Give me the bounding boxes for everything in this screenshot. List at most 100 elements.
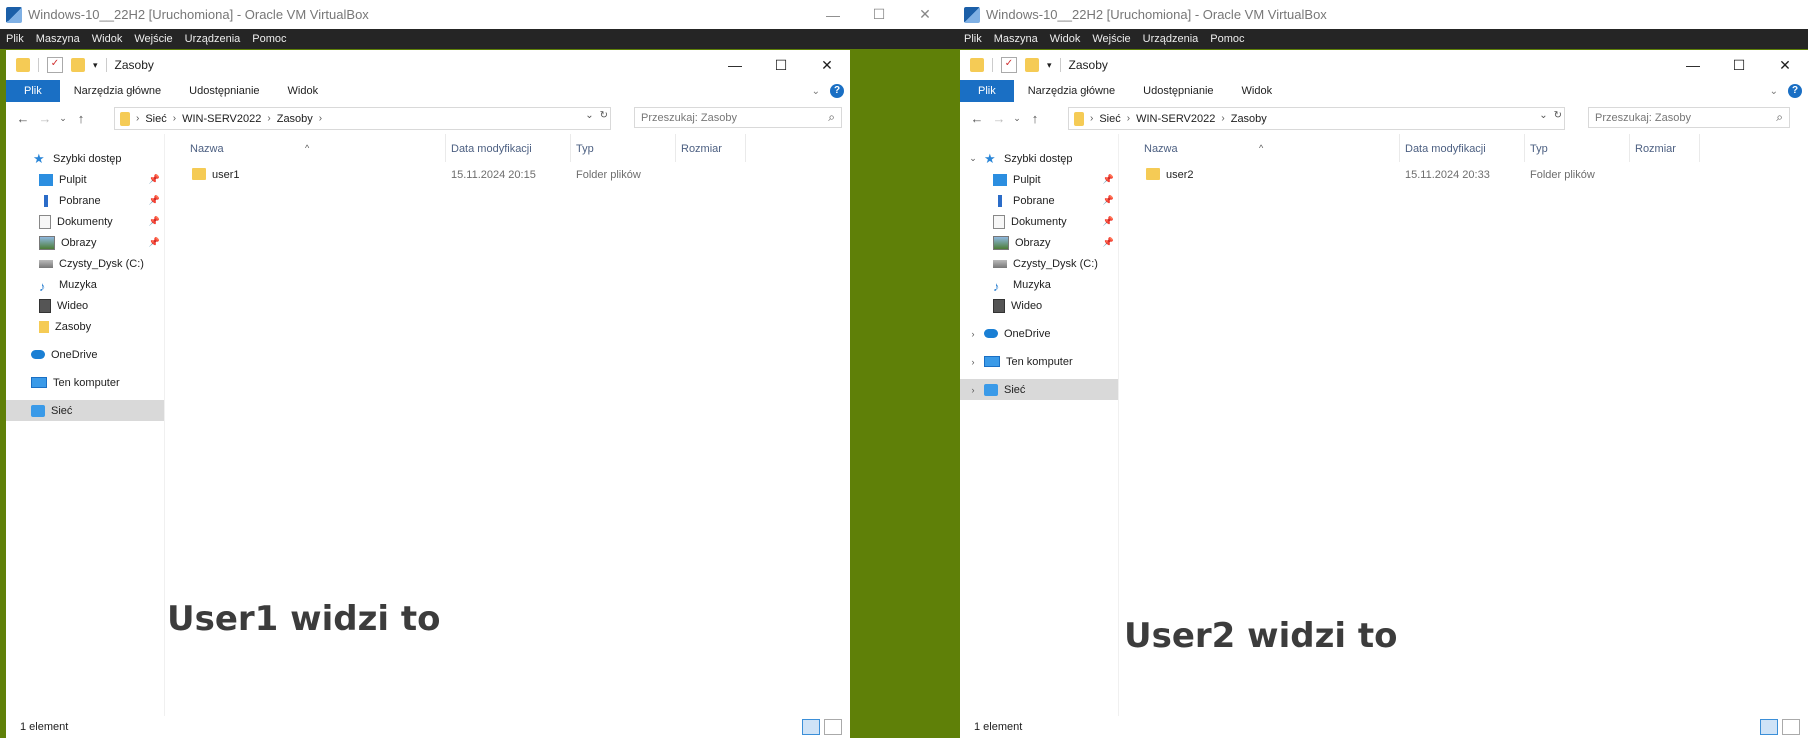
vbox-minimize-button[interactable]: — (810, 7, 856, 23)
search-icon[interactable]: ⌕ (828, 110, 835, 125)
new-folder-icon[interactable] (71, 58, 85, 72)
vbox-menu-plik[interactable]: Plik (0, 33, 30, 45)
vbox-menu-widok[interactable]: Widok (86, 33, 129, 45)
refresh-icon[interactable]: ↻ (1554, 110, 1562, 121)
recent-locations-icon[interactable]: ⌄ (56, 113, 70, 124)
tab-plik[interactable]: Plik (6, 80, 60, 102)
nav-item-pobrane[interactable]: Pobrane 📌 (6, 190, 164, 211)
back-arrow-icon[interactable]: ← (12, 111, 34, 126)
tab-narzedzia-glowne[interactable]: Narzędzia główne (60, 80, 175, 102)
help-icon[interactable]: ? (830, 84, 844, 98)
tab-udostepnianie[interactable]: Udostępnianie (175, 80, 273, 102)
vbox-menu-widok[interactable]: Widok (1044, 33, 1087, 45)
vbox-menu-maszyna[interactable]: Maszyna (988, 33, 1044, 45)
expand-ribbon-icon[interactable]: ⌄ (812, 86, 820, 97)
nav-item-obrazy[interactable]: Obrazy 📌 (960, 232, 1118, 253)
recent-locations-icon[interactable]: ⌄ (1010, 113, 1024, 124)
column-divider[interactable] (1699, 134, 1700, 162)
vbox-titlebar[interactable]: Windows-10__22H2 [Uruchomiona] - Oracle … (958, 0, 1808, 29)
search-box[interactable]: Przeszukaj: Zasoby ⌕ (634, 107, 842, 128)
customize-toolbar-icon[interactable]: ▾ (93, 60, 98, 71)
pin-icon[interactable]: 📌 (149, 216, 160, 227)
pin-icon[interactable]: 📌 (1103, 216, 1114, 227)
forward-arrow-icon[interactable]: → (34, 111, 56, 126)
col-rozmiar[interactable]: Rozmiar (1635, 143, 1676, 155)
vbox-menu-maszyna[interactable]: Maszyna (30, 33, 86, 45)
vbox-menu-wejscie[interactable]: Wejście (1086, 33, 1136, 45)
address-bar[interactable]: › Sieć › WIN-SERV2022 › Zasoby › ⌄ ↻ (114, 107, 611, 130)
forward-arrow-icon[interactable]: → (988, 111, 1010, 126)
explorer-minimize-button[interactable]: — (1670, 50, 1716, 80)
column-divider[interactable] (1524, 134, 1525, 162)
pin-icon[interactable]: 📌 (149, 195, 160, 206)
col-nazwa[interactable]: Nazwa (1144, 143, 1178, 155)
nav-item-dokumenty[interactable]: Dokumenty 📌 (6, 211, 164, 232)
nav-item-pulpit[interactable]: Pulpit 📌 (6, 169, 164, 190)
breadcrumb-siec[interactable]: Sieć (139, 113, 172, 125)
pin-icon[interactable]: 📌 (149, 174, 160, 185)
vbox-menu-pomoc[interactable]: Pomoc (246, 33, 292, 45)
column-divider[interactable] (445, 134, 446, 162)
column-divider[interactable] (1629, 134, 1630, 162)
details-view-icon[interactable] (802, 719, 820, 735)
nav-network[interactable]: Sieć (6, 400, 164, 421)
nav-item-pobrane[interactable]: Pobrane 📌 (960, 190, 1118, 211)
properties-icon[interactable]: ✓ (1001, 57, 1017, 73)
vbox-titlebar[interactable]: Windows-10__22H2 [Uruchomiona] - Oracle … (0, 0, 958, 29)
new-folder-icon[interactable] (1025, 58, 1039, 72)
vbox-maximize-button[interactable]: ☐ (856, 6, 902, 23)
address-dropdown-icon[interactable]: ⌄ (1539, 110, 1547, 121)
search-box[interactable]: Przeszukaj: Zasoby ⌕ (1588, 107, 1790, 128)
tab-plik[interactable]: Plik (960, 80, 1014, 102)
tab-udostepnianie[interactable]: Udostępnianie (1129, 80, 1227, 102)
help-icon[interactable]: ? (1788, 84, 1802, 98)
table-row[interactable]: user2 15.11.2024 20:33 Folder plików (1119, 165, 1808, 185)
column-divider[interactable] (570, 134, 571, 162)
breadcrumb-zasoby[interactable]: Zasoby (271, 113, 319, 125)
expand-ribbon-icon[interactable]: ⌄ (1770, 86, 1778, 97)
customize-toolbar-icon[interactable]: ▾ (1047, 60, 1052, 71)
chevron-right-icon[interactable]: › (968, 357, 978, 367)
explorer-close-button[interactable]: ✕ (1762, 50, 1808, 80)
pin-icon[interactable]: 📌 (1103, 237, 1114, 248)
details-view-icon[interactable] (1760, 719, 1778, 735)
vbox-menu-urzadzenia[interactable]: Urządzenia (179, 33, 247, 45)
breadcrumb-zasoby[interactable]: Zasoby (1225, 113, 1273, 125)
col-typ[interactable]: Typ (1530, 143, 1548, 155)
properties-icon[interactable]: ✓ (47, 57, 63, 73)
nav-item-wideo[interactable]: Wideo (960, 295, 1118, 316)
col-rozmiar[interactable]: Rozmiar (681, 143, 722, 155)
nav-item-wideo[interactable]: Wideo (6, 295, 164, 316)
chevron-right-icon[interactable]: › (968, 329, 978, 339)
nav-quick-access[interactable]: ⌄ ★ Szybki dostęp (960, 148, 1118, 169)
vbox-menu-urzadzenia[interactable]: Urządzenia (1137, 33, 1205, 45)
large-icons-view-icon[interactable] (824, 719, 842, 735)
tab-narzedzia-glowne[interactable]: Narzędzia główne (1014, 80, 1129, 102)
explorer-close-button[interactable]: ✕ (804, 50, 850, 80)
column-divider[interactable] (1399, 134, 1400, 162)
nav-this-pc[interactable]: › Ten komputer (960, 351, 1118, 372)
nav-item-dokumenty[interactable]: Dokumenty 📌 (960, 211, 1118, 232)
vbox-close-button[interactable]: ✕ (902, 6, 948, 23)
breadcrumb-siec[interactable]: Sieć (1093, 113, 1126, 125)
table-row[interactable]: user1 15.11.2024 20:15 Folder plików (165, 165, 850, 185)
pin-icon[interactable]: 📌 (1103, 174, 1114, 185)
pin-icon[interactable]: 📌 (1103, 195, 1114, 206)
nav-item-muzyka[interactable]: ♪ Muzyka (6, 274, 164, 295)
nav-item-muzyka[interactable]: ♪ Muzyka (960, 274, 1118, 295)
chevron-right-icon[interactable]: › (968, 385, 978, 395)
column-divider[interactable] (675, 134, 676, 162)
nav-network[interactable]: › Sieć (960, 379, 1118, 400)
back-arrow-icon[interactable]: ← (966, 111, 988, 126)
chevron-down-icon[interactable]: ⌄ (968, 153, 978, 164)
vbox-menu-wejscie[interactable]: Wejście (128, 33, 178, 45)
tab-widok[interactable]: Widok (1228, 80, 1287, 102)
explorer-maximize-button[interactable]: ☐ (1716, 50, 1762, 80)
column-divider[interactable] (745, 134, 746, 162)
nav-this-pc[interactable]: Ten komputer (6, 372, 164, 393)
explorer-titlebar[interactable]: ✓ ▾ Zasoby — ☐ ✕ (960, 50, 1808, 80)
col-typ[interactable]: Typ (576, 143, 594, 155)
nav-item-pulpit[interactable]: Pulpit 📌 (960, 169, 1118, 190)
tab-widok[interactable]: Widok (274, 80, 333, 102)
pin-icon[interactable]: 📌 (149, 237, 160, 248)
